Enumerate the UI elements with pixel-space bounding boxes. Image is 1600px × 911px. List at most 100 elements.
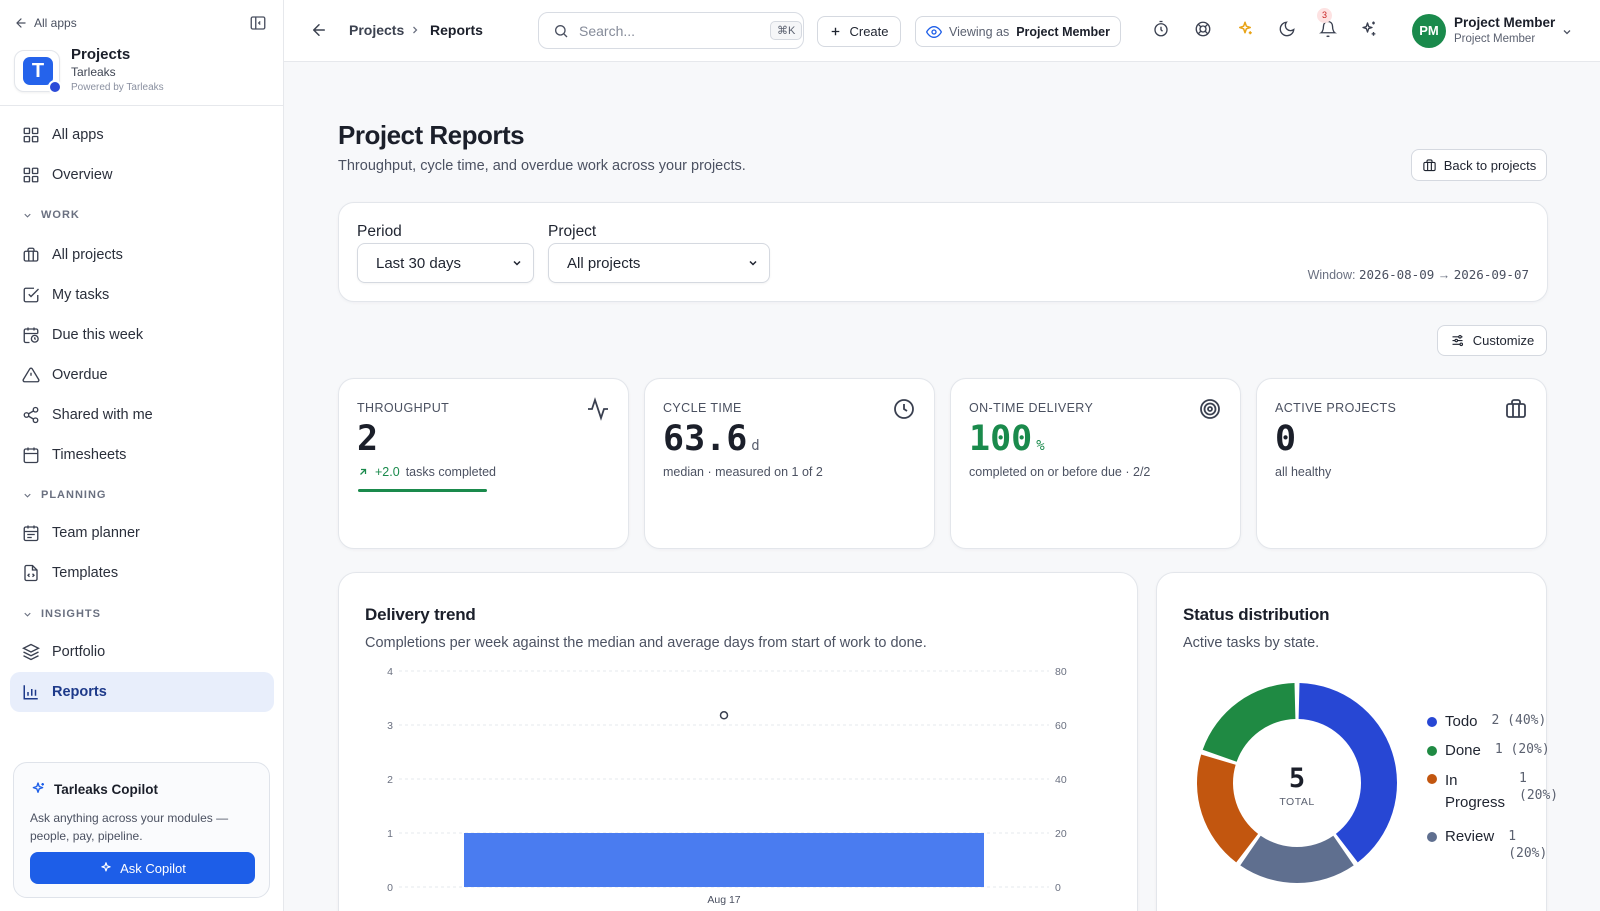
status-distribution-title: Status distribution xyxy=(1183,605,1330,624)
y-tick-label: 3 xyxy=(387,720,393,732)
section-label: PLANNING xyxy=(41,489,107,501)
section-planning[interactable]: PLANNING xyxy=(22,489,106,501)
app-logo-letter: T xyxy=(23,57,53,85)
legend-swatch xyxy=(1427,774,1437,784)
page-title: Project Reports xyxy=(338,120,525,150)
app-title: Projects xyxy=(71,46,131,63)
ask-copilot-button[interactable]: Ask Copilot xyxy=(30,852,255,884)
y-tick-label: 0 xyxy=(387,882,393,894)
sidebar-item-label: Timesheets xyxy=(52,447,127,463)
viewing-as-button[interactable]: Viewing as Project Member xyxy=(915,16,1121,47)
sidebar-item-portfolio[interactable]: Portfolio xyxy=(10,632,274,672)
viewing-prefix: Viewing as xyxy=(948,24,1010,39)
customize-label: Customize xyxy=(1472,333,1535,348)
section-work[interactable]: WORK xyxy=(22,209,80,221)
legend-item: Todo 2 (40%) xyxy=(1427,713,1546,730)
sidebar-item-due-this-week[interactable]: Due this week xyxy=(10,315,274,355)
top-header: Projects Reports ⌘K Create Viewing as Pr… xyxy=(284,0,1600,62)
sparkles-icon xyxy=(99,861,113,875)
kpi-value: 63.6 d xyxy=(663,419,760,459)
kpi-value-number: 100 xyxy=(969,419,1033,459)
avatar[interactable]: PM xyxy=(1412,14,1446,48)
main-content: Project Reports Throughput, cycle time, … xyxy=(284,62,1600,911)
sparkles-icon xyxy=(30,781,46,797)
chevron-down-icon[interactable] xyxy=(1561,26,1573,38)
donut-total-label: TOTAL xyxy=(1279,796,1314,808)
create-button[interactable]: Create xyxy=(817,16,901,47)
briefcase-icon xyxy=(1422,158,1437,173)
sparkles-icon[interactable] xyxy=(1236,20,1254,38)
period-label: Period xyxy=(357,223,402,240)
trend-bar xyxy=(464,833,984,887)
sidebar-item-all-apps[interactable]: All apps xyxy=(10,115,274,155)
donut-slice-review xyxy=(1240,835,1354,883)
create-label: Create xyxy=(849,24,889,39)
trend-point xyxy=(719,711,729,720)
search-input[interactable] xyxy=(579,22,760,39)
sidebar-item-timesheets[interactable]: Timesheets xyxy=(10,435,274,475)
y-tick-label: 2 xyxy=(387,774,393,786)
customize-button[interactable]: Customize xyxy=(1437,325,1547,356)
window-start: 2026-08-09 xyxy=(1359,267,1435,282)
activity-icon xyxy=(586,397,610,421)
all-apps-link[interactable]: All apps xyxy=(14,16,77,30)
file-code-icon xyxy=(22,564,40,582)
sidebar-item-team-planner[interactable]: Team planner xyxy=(10,513,274,553)
copilot-title: Tarleaks Copilot xyxy=(54,781,159,797)
legend-count: 1 (20%) xyxy=(1519,771,1559,803)
all-apps-label: All apps xyxy=(34,16,77,30)
y2-tick-label: 20 xyxy=(1055,828,1067,840)
sidebar-item-templates[interactable]: Templates xyxy=(10,553,274,593)
kpi-delta: +2.0 xyxy=(375,465,400,479)
back-to-projects-button[interactable]: Back to projects xyxy=(1411,149,1547,181)
status-distribution-subtitle: Active tasks by state. xyxy=(1183,635,1320,651)
y-tick-label: 4 xyxy=(387,666,393,678)
moon-icon[interactable] xyxy=(1278,20,1296,38)
search-box[interactable]: ⌘K xyxy=(538,12,804,49)
section-insights[interactable]: INSIGHTS xyxy=(22,608,101,620)
legend-label: Todo xyxy=(1445,713,1478,730)
warning-icon xyxy=(22,366,40,384)
chevron-down-icon xyxy=(747,257,759,269)
help-lifebuoy-icon[interactable] xyxy=(1194,20,1212,38)
legend-item: Done 1 (20%) xyxy=(1427,742,1550,759)
search-shortcut: ⌘K xyxy=(770,21,803,40)
kpi-card-cycle-time: CYCLE TIME 63.6 d median · measured on 1 … xyxy=(644,378,935,549)
grid-icon xyxy=(22,166,40,184)
kpi-label: CYCLE TIME xyxy=(663,401,742,415)
sidebar-item-overdue[interactable]: Overdue xyxy=(10,355,274,395)
delivery-trend-subtitle: Completions per week against the median … xyxy=(365,635,927,651)
timer-icon[interactable] xyxy=(1152,20,1170,38)
sidebar-item-label: Due this week xyxy=(52,327,144,343)
sidebar-item-my-tasks[interactable]: My tasks xyxy=(10,275,274,315)
sidebar-item-all-projects[interactable]: All projects xyxy=(10,235,274,275)
sidebar-collapse-icon[interactable] xyxy=(249,14,267,32)
sidebar-item-label: Portfolio xyxy=(52,644,106,660)
period-select[interactable]: Last 30 days xyxy=(357,243,534,283)
legend-swatch xyxy=(1427,832,1437,842)
user-name[interactable]: Project Member xyxy=(1454,15,1555,30)
donut-total-value: 5 xyxy=(1289,763,1305,794)
project-select[interactable]: All projects xyxy=(548,243,770,283)
calendar-clock-icon xyxy=(22,326,40,344)
chevron-down-icon xyxy=(22,490,33,501)
sidebar-item-shared-with-me[interactable]: Shared with me xyxy=(10,395,274,435)
legend-count: 1 (20%) xyxy=(1508,829,1548,861)
period-value: Last 30 days xyxy=(376,254,462,272)
window-arrow: → xyxy=(1437,268,1451,282)
calendar-icon xyxy=(22,446,40,464)
kpi-card-active-projects: ACTIVE PROJECTS 0 all healthy xyxy=(1256,378,1547,549)
back-arrow-icon[interactable] xyxy=(310,21,328,39)
kpi-value-number: 63.6 xyxy=(663,419,748,459)
y2-tick-label: 60 xyxy=(1055,720,1067,732)
y2-tick-label: 0 xyxy=(1055,882,1061,894)
legend-label: In Progress xyxy=(1445,772,1506,811)
status-donut-chart: 5 TOTAL xyxy=(1197,683,1397,883)
section-label: WORK xyxy=(41,209,80,221)
breadcrumb-projects[interactable]: Projects xyxy=(349,22,404,38)
sidebar-item-overview[interactable]: Overview xyxy=(10,155,274,195)
notification-badge: 3 xyxy=(1317,8,1332,23)
ai-assistant-icon[interactable] xyxy=(1360,20,1378,38)
kpi-card-throughput: THROUGHPUT 2 +2.0 tasks completed xyxy=(338,378,629,549)
sidebar-item-reports[interactable]: Reports xyxy=(10,672,274,712)
